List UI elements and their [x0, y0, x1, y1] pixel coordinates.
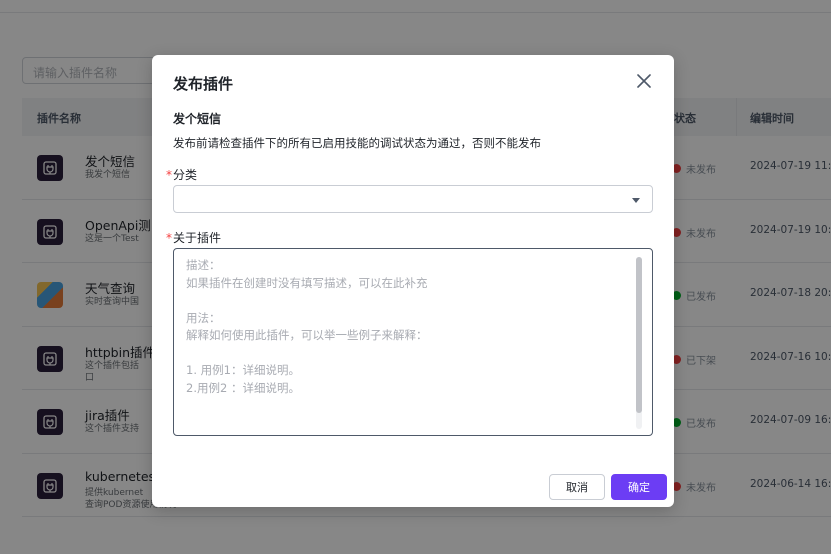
- scrollbar-thumb[interactable]: [636, 257, 642, 413]
- required-mark: *: [166, 231, 172, 245]
- category-label: *分类: [166, 166, 197, 183]
- category-select[interactable]: [173, 185, 653, 213]
- required-mark: *: [166, 168, 172, 182]
- publish-plugin-dialog: 发布插件 发个短信 发布前请检查插件下的所有已启用技能的调试状态为通过，否则不能…: [152, 55, 674, 507]
- about-label-text: 关于插件: [173, 231, 222, 245]
- category-label-text: 分类: [173, 168, 198, 182]
- dropdown-arrow-icon: [632, 198, 640, 203]
- plugin-name: 发个短信: [173, 112, 222, 126]
- confirm-button[interactable]: 确定: [611, 474, 667, 500]
- about-label: *关于插件: [166, 229, 221, 246]
- about-plugin-placeholder: 描述： 如果插件在创建时没有填写描述，可以在此补充 用法： 解释如何使用此插件，…: [186, 258, 428, 395]
- close-button[interactable]: [634, 71, 654, 91]
- publish-notice: 发布前请检查插件下的所有已启用技能的调试状态为通过，否则不能发布: [173, 136, 541, 150]
- close-icon: [637, 74, 651, 88]
- dialog-title: 发布插件: [173, 75, 234, 93]
- cancel-button[interactable]: 取消: [549, 474, 605, 500]
- about-plugin-textarea[interactable]: 描述： 如果插件在创建时没有填写描述，可以在此补充 用法： 解释如何使用此插件，…: [173, 248, 653, 436]
